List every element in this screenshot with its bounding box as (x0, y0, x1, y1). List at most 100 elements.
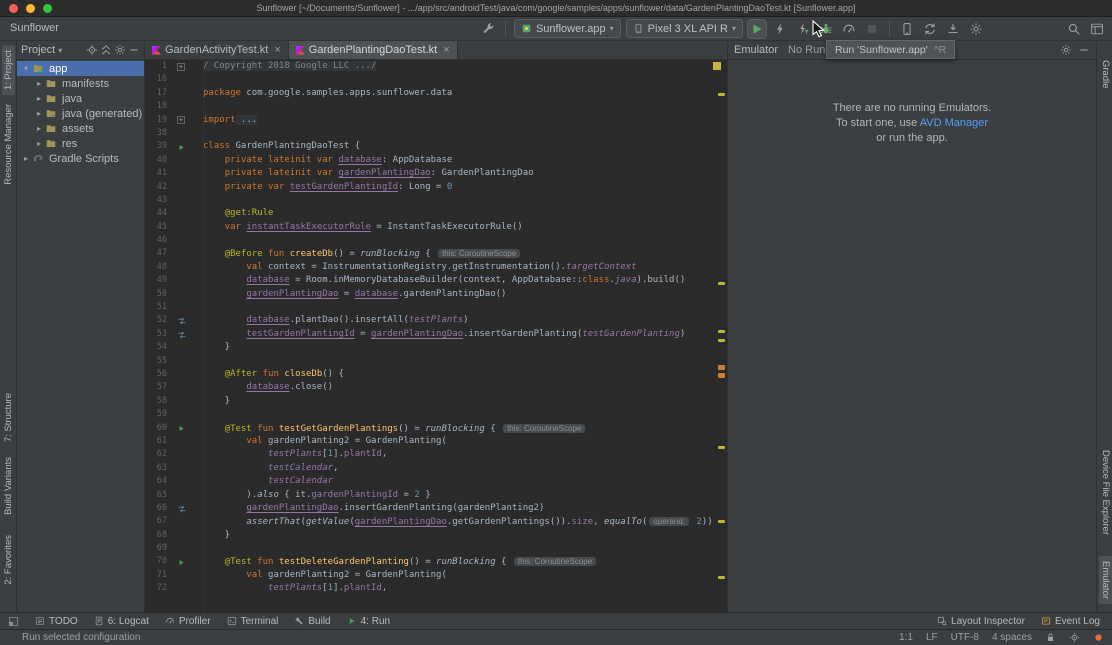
tool-button-event-log[interactable]: Event Log (1041, 616, 1100, 627)
suspend-call-icon[interactable] (177, 330, 187, 340)
code-line[interactable]: 54 } (145, 341, 727, 354)
chevron-right-icon[interactable]: ▸ (34, 124, 44, 133)
tool-button-gradle[interactable]: Gradle (1099, 55, 1112, 94)
inspection-indicator[interactable] (713, 62, 721, 70)
notifications-icon[interactable] (1093, 632, 1104, 643)
profile-icon[interactable] (840, 20, 858, 38)
run-test-icon[interactable] (177, 558, 186, 567)
code-line[interactable]: 49 database = Room.inMemoryDatabaseBuild… (145, 274, 727, 287)
tool-windows-layout-icon[interactable] (1088, 20, 1106, 38)
close-tab-icon[interactable]: × (443, 44, 449, 56)
tree-item-gradle-scripts[interactable]: ▸Gradle Scripts (17, 151, 144, 166)
project-view-selector[interactable]: Project ▾ (21, 44, 62, 56)
code-line[interactable]: 43 (145, 194, 727, 207)
avd-manager-link[interactable]: AVD Manager (920, 117, 988, 129)
tool-button-7-structure[interactable]: 7: Structure (2, 388, 15, 447)
code-line[interactable]: 63 testCalendar, (145, 462, 727, 475)
tree-item-res[interactable]: ▸res (17, 136, 144, 151)
code-line[interactable]: 69 (145, 542, 727, 555)
stop-icon[interactable] (863, 20, 881, 38)
stripe-mark[interactable] (718, 520, 725, 523)
chevron-right-icon[interactable]: ▸ (34, 139, 44, 148)
chevron-right-icon[interactable]: ▸ (34, 94, 44, 103)
tool-button-resource-manager[interactable]: Resource Manager (2, 99, 15, 190)
lock-icon[interactable] (1045, 632, 1056, 643)
run-config-select[interactable]: Sunflower.app▾ (514, 19, 621, 38)
indent-style[interactable]: 4 spaces (992, 632, 1032, 643)
suspend-call-icon[interactable] (177, 316, 187, 326)
code-line[interactable]: 67 assertThat(getValue(gardenPlantingDao… (145, 515, 727, 528)
hide-panel-icon[interactable] (1078, 44, 1090, 56)
code-line[interactable]: 55 (145, 355, 727, 368)
stripe-mark[interactable] (718, 339, 725, 342)
stripe-mark[interactable] (718, 576, 725, 579)
annotations-icon[interactable] (1069, 632, 1080, 643)
code-line[interactable]: 66 gardenPlantingDao.insertGardenPlantin… (145, 502, 727, 515)
device-select[interactable]: Pixel 3 XL API R▾ (626, 19, 743, 38)
chevron-right-icon[interactable]: ▸ (34, 109, 44, 118)
tool-button-4-run[interactable]: 4: Run (347, 616, 390, 627)
stripe-mark[interactable] (718, 446, 725, 449)
code-line[interactable]: 68 } (145, 529, 727, 542)
collapse-all-icon[interactable] (100, 44, 112, 56)
stripe-mark[interactable] (718, 282, 725, 285)
chevron-right-icon[interactable]: ▸ (21, 154, 31, 163)
code-line[interactable]: 65 ).also { it.gardenPlantingId = 2 } (145, 489, 727, 502)
avd-manager-icon[interactable] (898, 20, 916, 38)
tool-button-terminal[interactable]: Terminal (227, 616, 279, 627)
run-test-icon[interactable] (177, 143, 186, 152)
hide-panel-icon[interactable] (128, 44, 140, 56)
code-line[interactable]: 16 (145, 73, 727, 86)
tree-item-java-generated[interactable]: ▸java (generated) (17, 106, 144, 121)
code-line[interactable]: 70 @Test fun testDeleteGardenPlanting() … (145, 555, 727, 568)
code-line[interactable]: 46 (145, 234, 727, 247)
code-line[interactable]: 45 var instantTaskExecutorRule = Instant… (145, 221, 727, 234)
tree-item-manifests[interactable]: ▸manifests (17, 76, 144, 91)
search-icon[interactable] (1065, 20, 1083, 38)
code-line[interactable]: 59 (145, 408, 727, 421)
suspend-call-icon[interactable] (177, 504, 187, 514)
code-line[interactable]: 53 testGardenPlantingId = gardenPlanting… (145, 328, 727, 341)
code-line[interactable]: 56 @After fun closeDb() { (145, 368, 727, 381)
code-editor[interactable]: 1+/ Copyright 2018 Google LLC .../1617pa… (145, 60, 727, 612)
sdk-manager-icon[interactable] (944, 20, 962, 38)
code-line[interactable]: 57 database.close() (145, 381, 727, 394)
tool-button-2-favorites[interactable]: 2: Favorites (2, 530, 15, 590)
stripe-mark[interactable] (718, 93, 725, 96)
code-line[interactable]: 58 } (145, 395, 727, 408)
code-line[interactable]: 44 @get:Rule (145, 207, 727, 220)
run-test-icon[interactable] (177, 424, 186, 433)
tree-item-app[interactable]: ▾app (17, 61, 144, 76)
code-line[interactable]: 60 @Test fun testGetGardenPlantings() = … (145, 422, 727, 435)
line-separator[interactable]: LF (926, 632, 938, 643)
file-encoding[interactable]: UTF-8 (951, 632, 979, 643)
tool-button-6-logcat[interactable]: 6: Logcat (94, 616, 149, 627)
code-line[interactable]: 39class GardenPlantingDaoTest { (145, 140, 727, 153)
code-line[interactable]: 1+/ Copyright 2018 Google LLC .../ (145, 60, 727, 73)
debug-icon[interactable] (817, 20, 835, 38)
chevron-right-icon[interactable]: ▸ (34, 79, 44, 88)
code-line[interactable]: 40 private lateinit var database: AppDat… (145, 154, 727, 167)
tool-button-profiler[interactable]: Profiler (165, 616, 211, 627)
tab-gardenplantingdaotest-kt[interactable]: GardenPlantingDaoTest.kt× (289, 41, 458, 59)
code-line[interactable]: 48 val context = InstrumentationRegistry… (145, 261, 727, 274)
code-line[interactable]: 62 testPlants[1].plantId, (145, 448, 727, 461)
tool-button-build-variants[interactable]: Build Variants (2, 452, 15, 520)
code-line[interactable]: 47 @Before fun createDb() = runBlocking … (145, 247, 727, 260)
code-line[interactable]: 50 gardenPlantingDao = database.gardenPl… (145, 288, 727, 301)
apply-changes-icon[interactable] (771, 20, 789, 38)
tool-button-build[interactable]: Build (294, 616, 330, 627)
tool-button-todo[interactable]: TODO (35, 616, 78, 627)
stripe-mark[interactable] (718, 330, 725, 333)
fold-marker[interactable]: + (177, 116, 185, 124)
code-line[interactable]: 72 testPlants[1].plantId, (145, 582, 727, 595)
tab-gardenactivitytest-kt[interactable]: GardenActivityTest.kt× (145, 41, 289, 59)
code-line[interactable]: 38 (145, 127, 727, 140)
tree-item-assets[interactable]: ▸assets (17, 121, 144, 136)
code-line[interactable]: 18 (145, 100, 727, 113)
run-button[interactable] (748, 20, 766, 38)
code-line[interactable]: 71 val gardenPlanting2 = GardenPlanting( (145, 569, 727, 582)
settings-icon[interactable] (1060, 44, 1072, 56)
code-line[interactable]: 41 private lateinit var gardenPlantingDa… (145, 167, 727, 180)
sync-gradle-icon[interactable] (921, 20, 939, 38)
